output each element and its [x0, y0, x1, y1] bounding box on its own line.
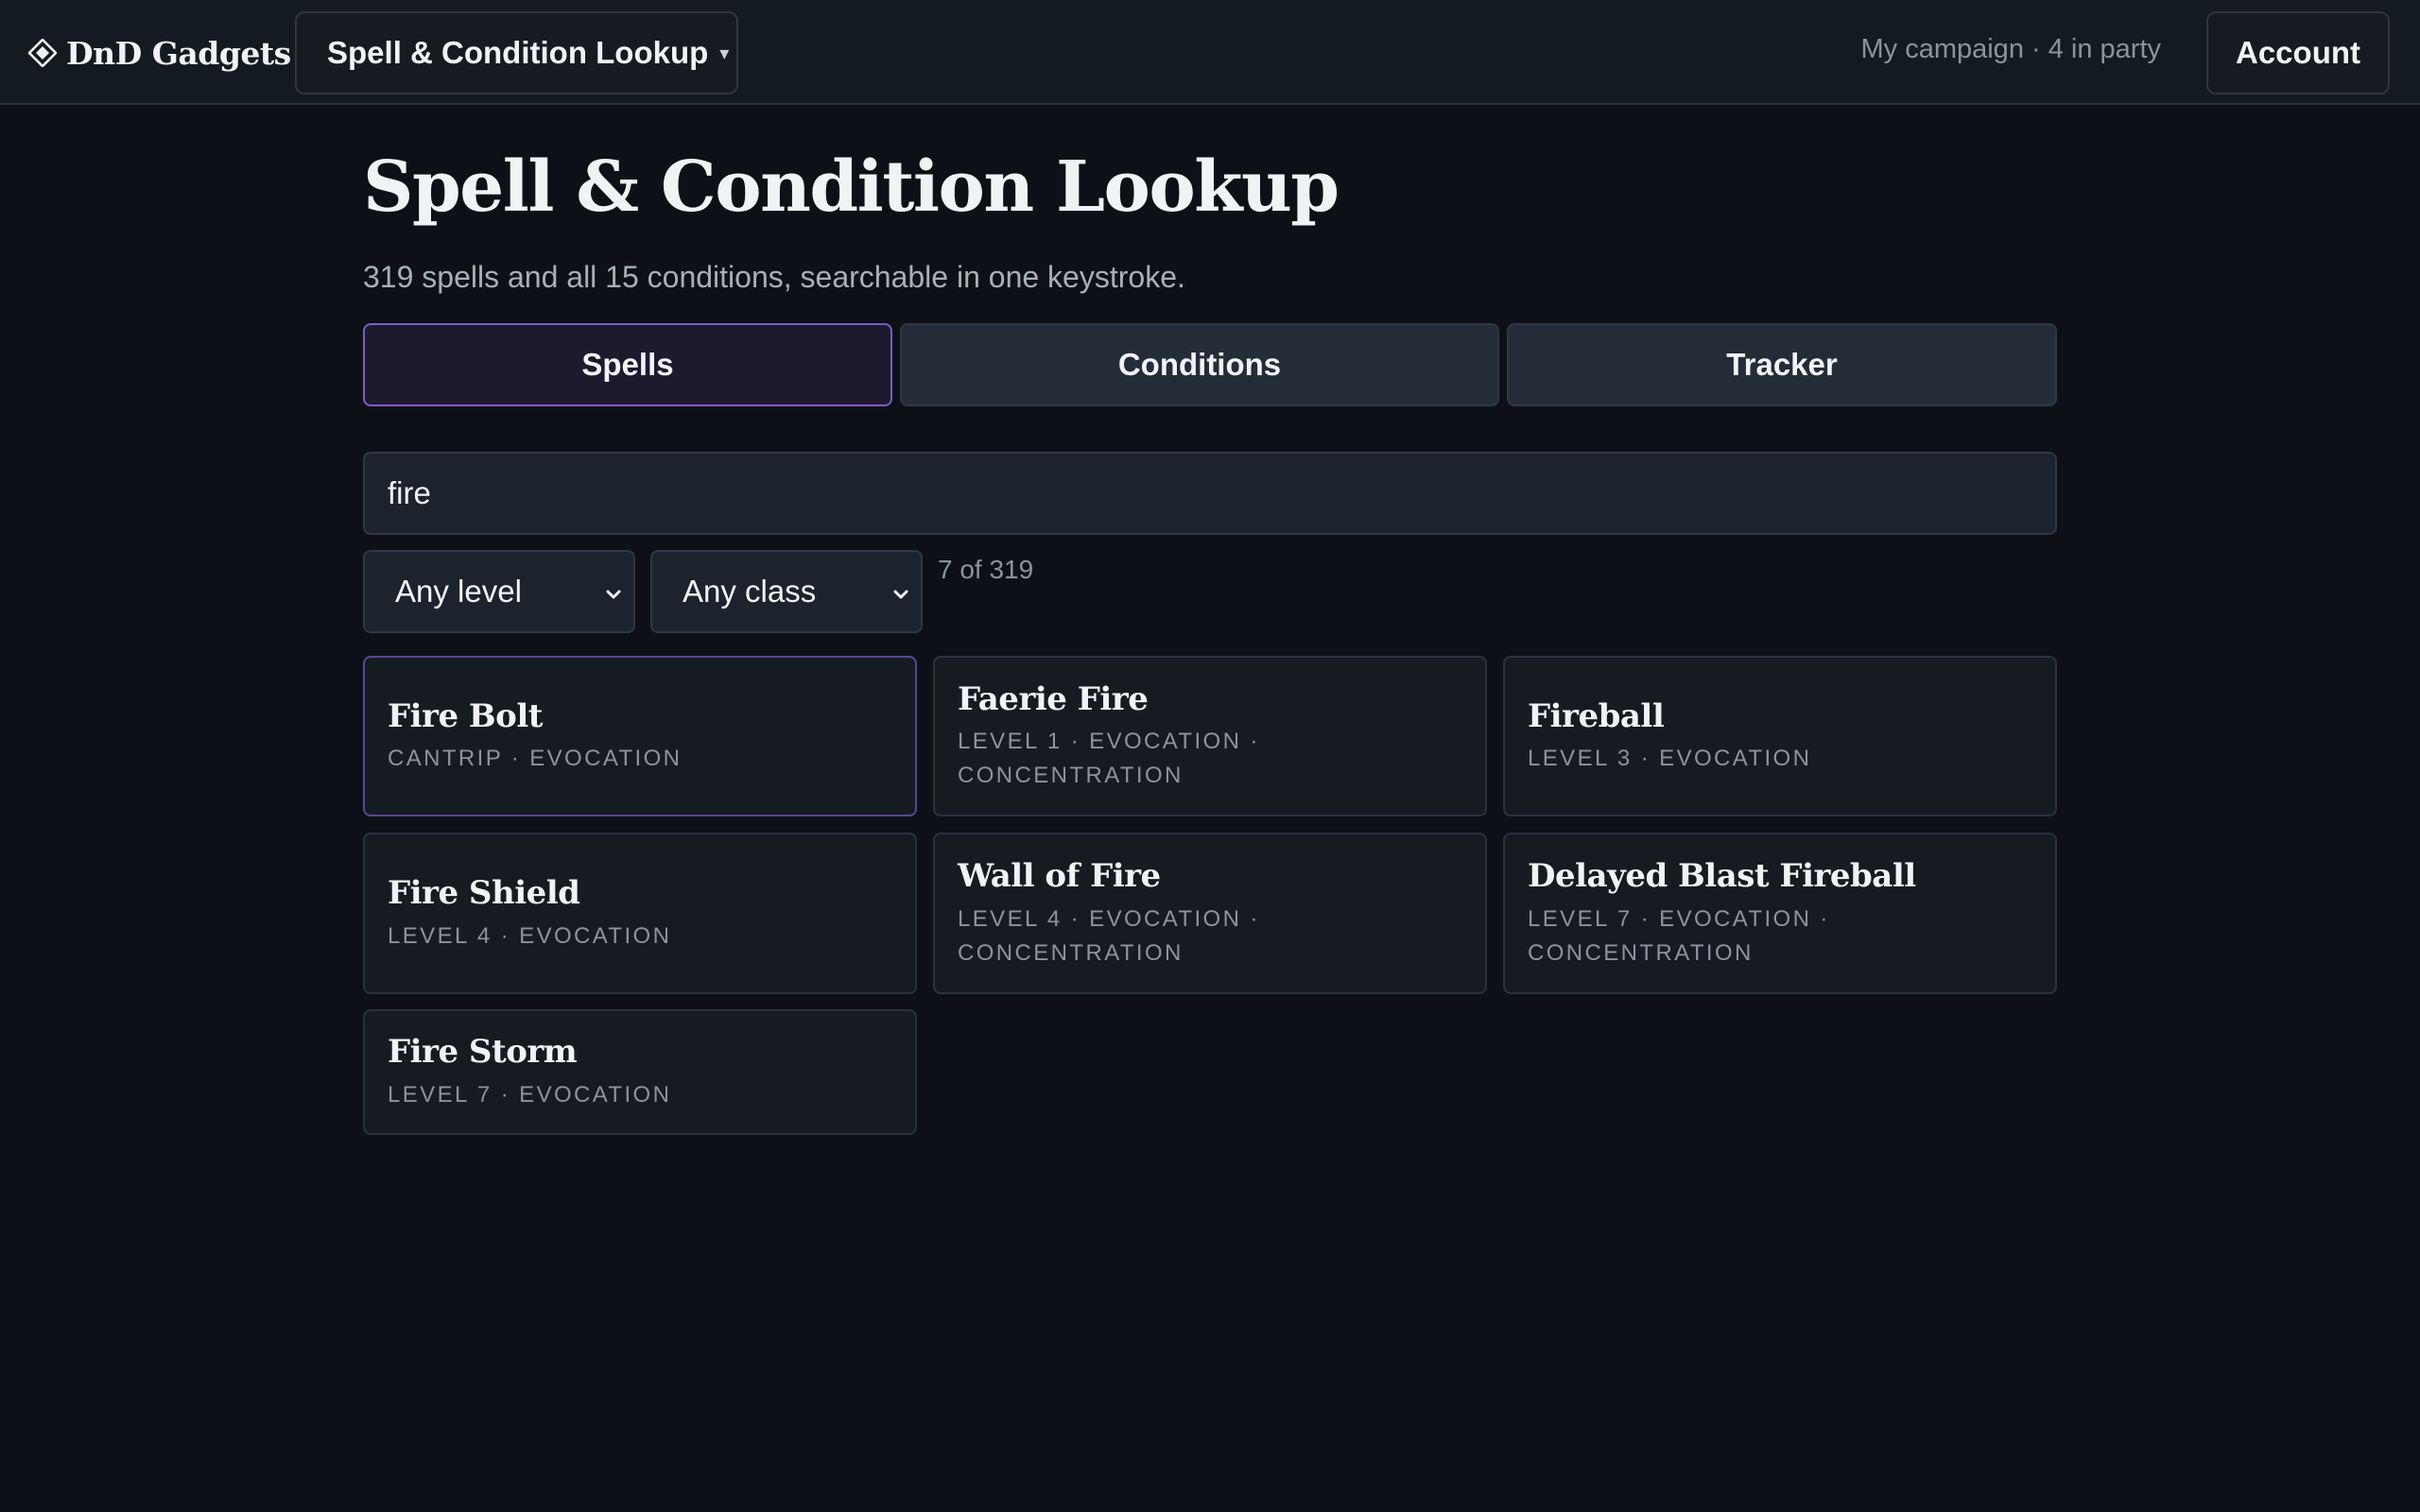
tab-spells[interactable]: Spells [363, 323, 892, 406]
page-subtitle: 319 spells and all 15 conditions, search… [363, 260, 1185, 294]
spell-meta: LEVEL 3 · EVOCATION [1528, 746, 1812, 772]
diamond-icon [28, 39, 57, 67]
spell-card[interactable]: Fire Shield LEVEL 4 · EVOCATION [363, 833, 917, 994]
chevron-down-icon: ▾ [719, 43, 730, 64]
spell-meta: LEVEL 4 · EVOCATION · CONCENTRATION [958, 905, 1260, 966]
spell-meta: LEVEL 7 · EVOCATION · CONCENTRATION [1528, 905, 1830, 966]
tab-tracker[interactable]: Tracker [1507, 323, 2057, 406]
spell-name: Fire Bolt [388, 696, 543, 735]
level-filter-value: Any level [395, 574, 522, 609]
spell-card[interactable]: Faerie Fire LEVEL 1 · EVOCATION · CONCEN… [933, 656, 1487, 816]
brand-logo[interactable]: DnD Gadgets [28, 28, 291, 77]
chevron-down-icon [601, 578, 626, 603]
tool-switcher-dropdown[interactable]: Spell & Condition Lookup ▾ [295, 11, 738, 94]
class-filter-value: Any class [683, 574, 817, 609]
spell-card[interactable]: Fireball LEVEL 3 · EVOCATION [1503, 656, 2057, 816]
spell-name: Wall of Fire [958, 857, 1161, 896]
top-bar: DnD Gadgets Spell & Condition Lookup ▾ M… [0, 0, 2420, 105]
spell-name: Fire Storm [388, 1033, 578, 1072]
result-count: 7 of 319 [938, 555, 1034, 584]
spell-card[interactable]: Delayed Blast Fireball LEVEL 7 · EVOCATI… [1503, 833, 2057, 994]
spell-card[interactable]: Wall of Fire LEVEL 4 · EVOCATION · CONCE… [933, 833, 1487, 994]
chevron-down-icon [889, 578, 913, 603]
spell-meta: LEVEL 1 · EVOCATION · CONCENTRATION [958, 729, 1260, 789]
spell-name: Faerie Fire [958, 679, 1149, 718]
spell-meta: CANTRIP · EVOCATION [388, 746, 683, 772]
spell-card[interactable]: Fire Bolt CANTRIP · EVOCATION [363, 656, 917, 816]
level-filter-select[interactable]: Any level [363, 550, 635, 633]
page-title: Spell & Condition Lookup [363, 146, 1340, 228]
spell-name: Fire Shield [388, 874, 580, 913]
spell-card[interactable]: Fire Storm LEVEL 7 · EVOCATION [363, 1009, 917, 1135]
spell-name: Delayed Blast Fireball [1528, 857, 1916, 896]
spell-meta: LEVEL 7 · EVOCATION [388, 1081, 672, 1108]
class-filter-select[interactable]: Any class [650, 550, 923, 633]
tab-conditions[interactable]: Conditions [900, 323, 1499, 406]
campaign-status[interactable]: My campaign · 4 in party [1860, 34, 2161, 65]
tool-switcher-label: Spell & Condition Lookup [327, 35, 709, 70]
brand-name: DnD Gadgets [66, 34, 291, 72]
spell-meta: LEVEL 4 · EVOCATION [388, 922, 672, 949]
account-button[interactable]: Account [2206, 11, 2390, 94]
tab-bar: Spells Conditions Tracker [363, 323, 2057, 406]
spell-name: Fireball [1528, 696, 1665, 735]
spell-search-input[interactable] [363, 452, 2057, 535]
